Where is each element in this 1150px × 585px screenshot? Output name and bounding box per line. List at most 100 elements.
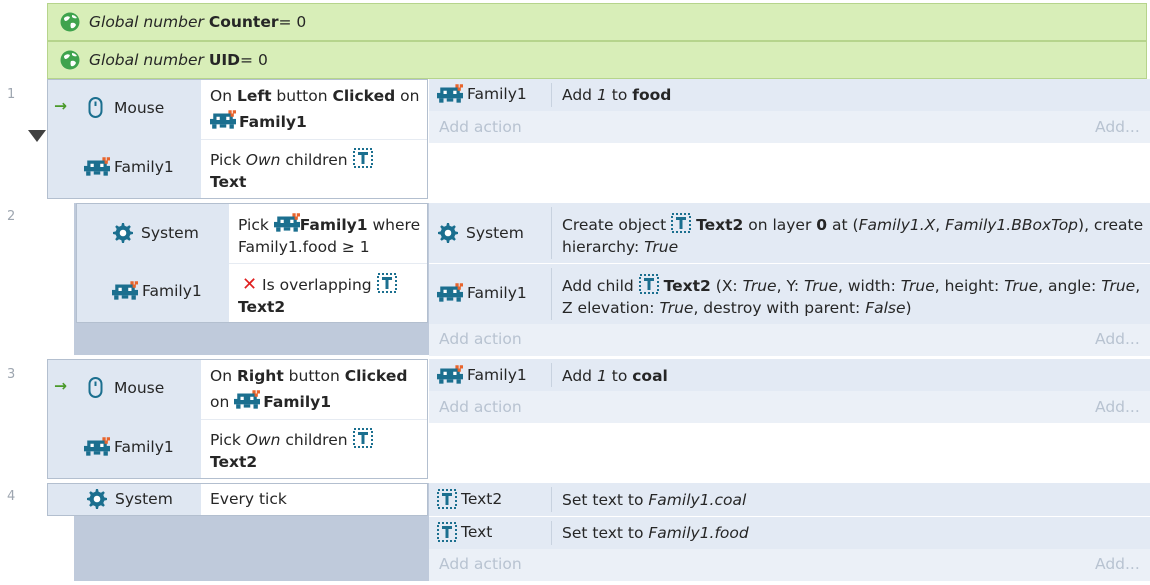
add-action-button[interactable]: Add action [439, 330, 522, 348]
text-object-icon [638, 274, 659, 294]
action-object-family1[interactable]: Family1 [437, 84, 527, 104]
text: Create object [562, 216, 672, 234]
condition-pick-family-where[interactable]: Pick Family1 where Family1.food ≥ 1 [238, 213, 428, 258]
condition-object-family1[interactable]: Family1 [84, 437, 174, 457]
family-sprite-icon [84, 157, 110, 177]
event-number: 1 [7, 87, 16, 102]
condition-is-overlapping[interactable]: ✕ Is overlapping Text2 [238, 273, 428, 318]
text: Clicked [344, 367, 408, 385]
action-object-text[interactable]: Text [437, 522, 492, 542]
divider [551, 268, 552, 320]
global-prefix: Global number [89, 51, 204, 69]
condition-on-left-clicked[interactable]: On Left button Clicked on Family1 [210, 85, 428, 131]
divider [551, 521, 552, 545]
add-action-row[interactable] [429, 549, 1150, 581]
text: coal [632, 367, 668, 385]
add-action-button[interactable]: Add action [439, 118, 522, 136]
action-row[interactable] [429, 517, 1150, 549]
text: at ( [827, 216, 859, 234]
gear-icon [112, 222, 134, 244]
action-object-system[interactable]: System [437, 222, 524, 244]
text: Z elevation: [562, 299, 660, 317]
text: True [1004, 277, 1039, 295]
text: Text2 [696, 216, 744, 234]
text: True [1101, 277, 1136, 295]
family-sprite-icon [84, 437, 110, 457]
condition-every-tick[interactable]: Every tick [210, 488, 287, 510]
text: , Y: [776, 277, 805, 295]
add-action-row[interactable] [429, 324, 1150, 356]
action-row[interactable] [429, 359, 1150, 391]
mouse-icon [86, 97, 106, 119]
text-object-icon [437, 489, 457, 509]
text: ) [905, 299, 912, 317]
text-object-icon [437, 522, 457, 542]
text: ), create [1078, 216, 1144, 234]
object-name: Text2 [461, 490, 503, 508]
divider [201, 419, 427, 420]
collapse-triangle-icon[interactable] [28, 130, 46, 142]
text: Pick [210, 431, 246, 449]
condition-pick-children[interactable]: Pick Own children Text [210, 148, 428, 193]
global-variable-uid[interactable]: Global number UID = 0 [47, 41, 1147, 79]
action-set-text-food[interactable]: Set text to Family1.food [562, 522, 749, 544]
global-value: = 0 [240, 51, 268, 69]
action-set-text-coal[interactable]: Set text to Family1.coal [562, 489, 746, 511]
gear-icon [86, 488, 108, 510]
global-prefix: Global number [89, 13, 204, 31]
text: Set text to [562, 524, 649, 542]
add-more-button[interactable]: Add... [1095, 555, 1140, 573]
text: button [271, 87, 333, 105]
add-action-row[interactable] [429, 391, 1150, 423]
add-action-row[interactable] [429, 111, 1150, 143]
action-row[interactable] [429, 79, 1150, 111]
action-add-to-coal[interactable]: Add 1 to coal [562, 365, 668, 387]
text: Family1.food [648, 524, 749, 542]
global-variable-counter[interactable]: Global number Counter = 0 [47, 3, 1147, 41]
action-add-child[interactable]: Add child Text2 (X: True, Y: True, width… [562, 274, 1147, 319]
condition-object-system[interactable]: System [112, 222, 199, 244]
add-more-button[interactable]: Add... [1095, 398, 1140, 416]
text: Clicked [332, 87, 396, 105]
text: Add child [562, 277, 639, 295]
condition-object-system[interactable]: System [86, 488, 173, 510]
object-name: Family1 [467, 284, 527, 302]
condition-on-right-clicked[interactable]: On Right button Clicked on Family1 [210, 365, 428, 411]
object-name: Family1 [114, 438, 174, 456]
text: , [1135, 277, 1141, 295]
divider [551, 83, 552, 107]
condition-object-family1[interactable]: Family1 [112, 281, 202, 301]
text-object-icon [376, 273, 397, 293]
text: to [606, 86, 633, 104]
text: children [280, 431, 348, 449]
globe-icon [60, 50, 80, 70]
add-action-button[interactable]: Add action [439, 555, 522, 573]
event-number: 4 [7, 489, 16, 504]
text-object-icon [671, 213, 692, 233]
object-name: Mouse [114, 379, 165, 397]
action-row[interactable] [429, 483, 1150, 516]
condition-object-mouse[interactable]: Mouse [86, 377, 164, 399]
condition-object-mouse[interactable]: Mouse [86, 97, 164, 119]
text: Right [236, 367, 284, 385]
trigger-arrow-icon: → [54, 97, 67, 115]
add-more-button[interactable]: Add... [1095, 118, 1140, 136]
object-name: Family1 [114, 158, 174, 176]
object-name: Mouse [114, 99, 165, 117]
action-add-to-food[interactable]: Add 1 to food [562, 84, 671, 106]
text: to [606, 367, 633, 385]
object-name: System [466, 224, 524, 242]
action-object-text2[interactable]: Text2 [437, 489, 502, 509]
text: where [372, 216, 421, 234]
family-sprite-icon [210, 110, 236, 129]
action-create-object[interactable]: Create object Text2 on layer 0 at (Famil… [562, 213, 1147, 258]
action-object-family1[interactable]: Family1 [437, 365, 527, 385]
condition-object-family1[interactable]: Family1 [84, 157, 174, 177]
action-object-family1[interactable]: Family1 [437, 283, 527, 303]
text: 1 [596, 367, 607, 385]
text: True [804, 277, 839, 295]
condition-pick-children[interactable]: Pick Own children Text2 [210, 428, 428, 473]
add-more-button[interactable]: Add... [1095, 330, 1140, 348]
text: button [283, 367, 345, 385]
add-action-button[interactable]: Add action [439, 398, 522, 416]
